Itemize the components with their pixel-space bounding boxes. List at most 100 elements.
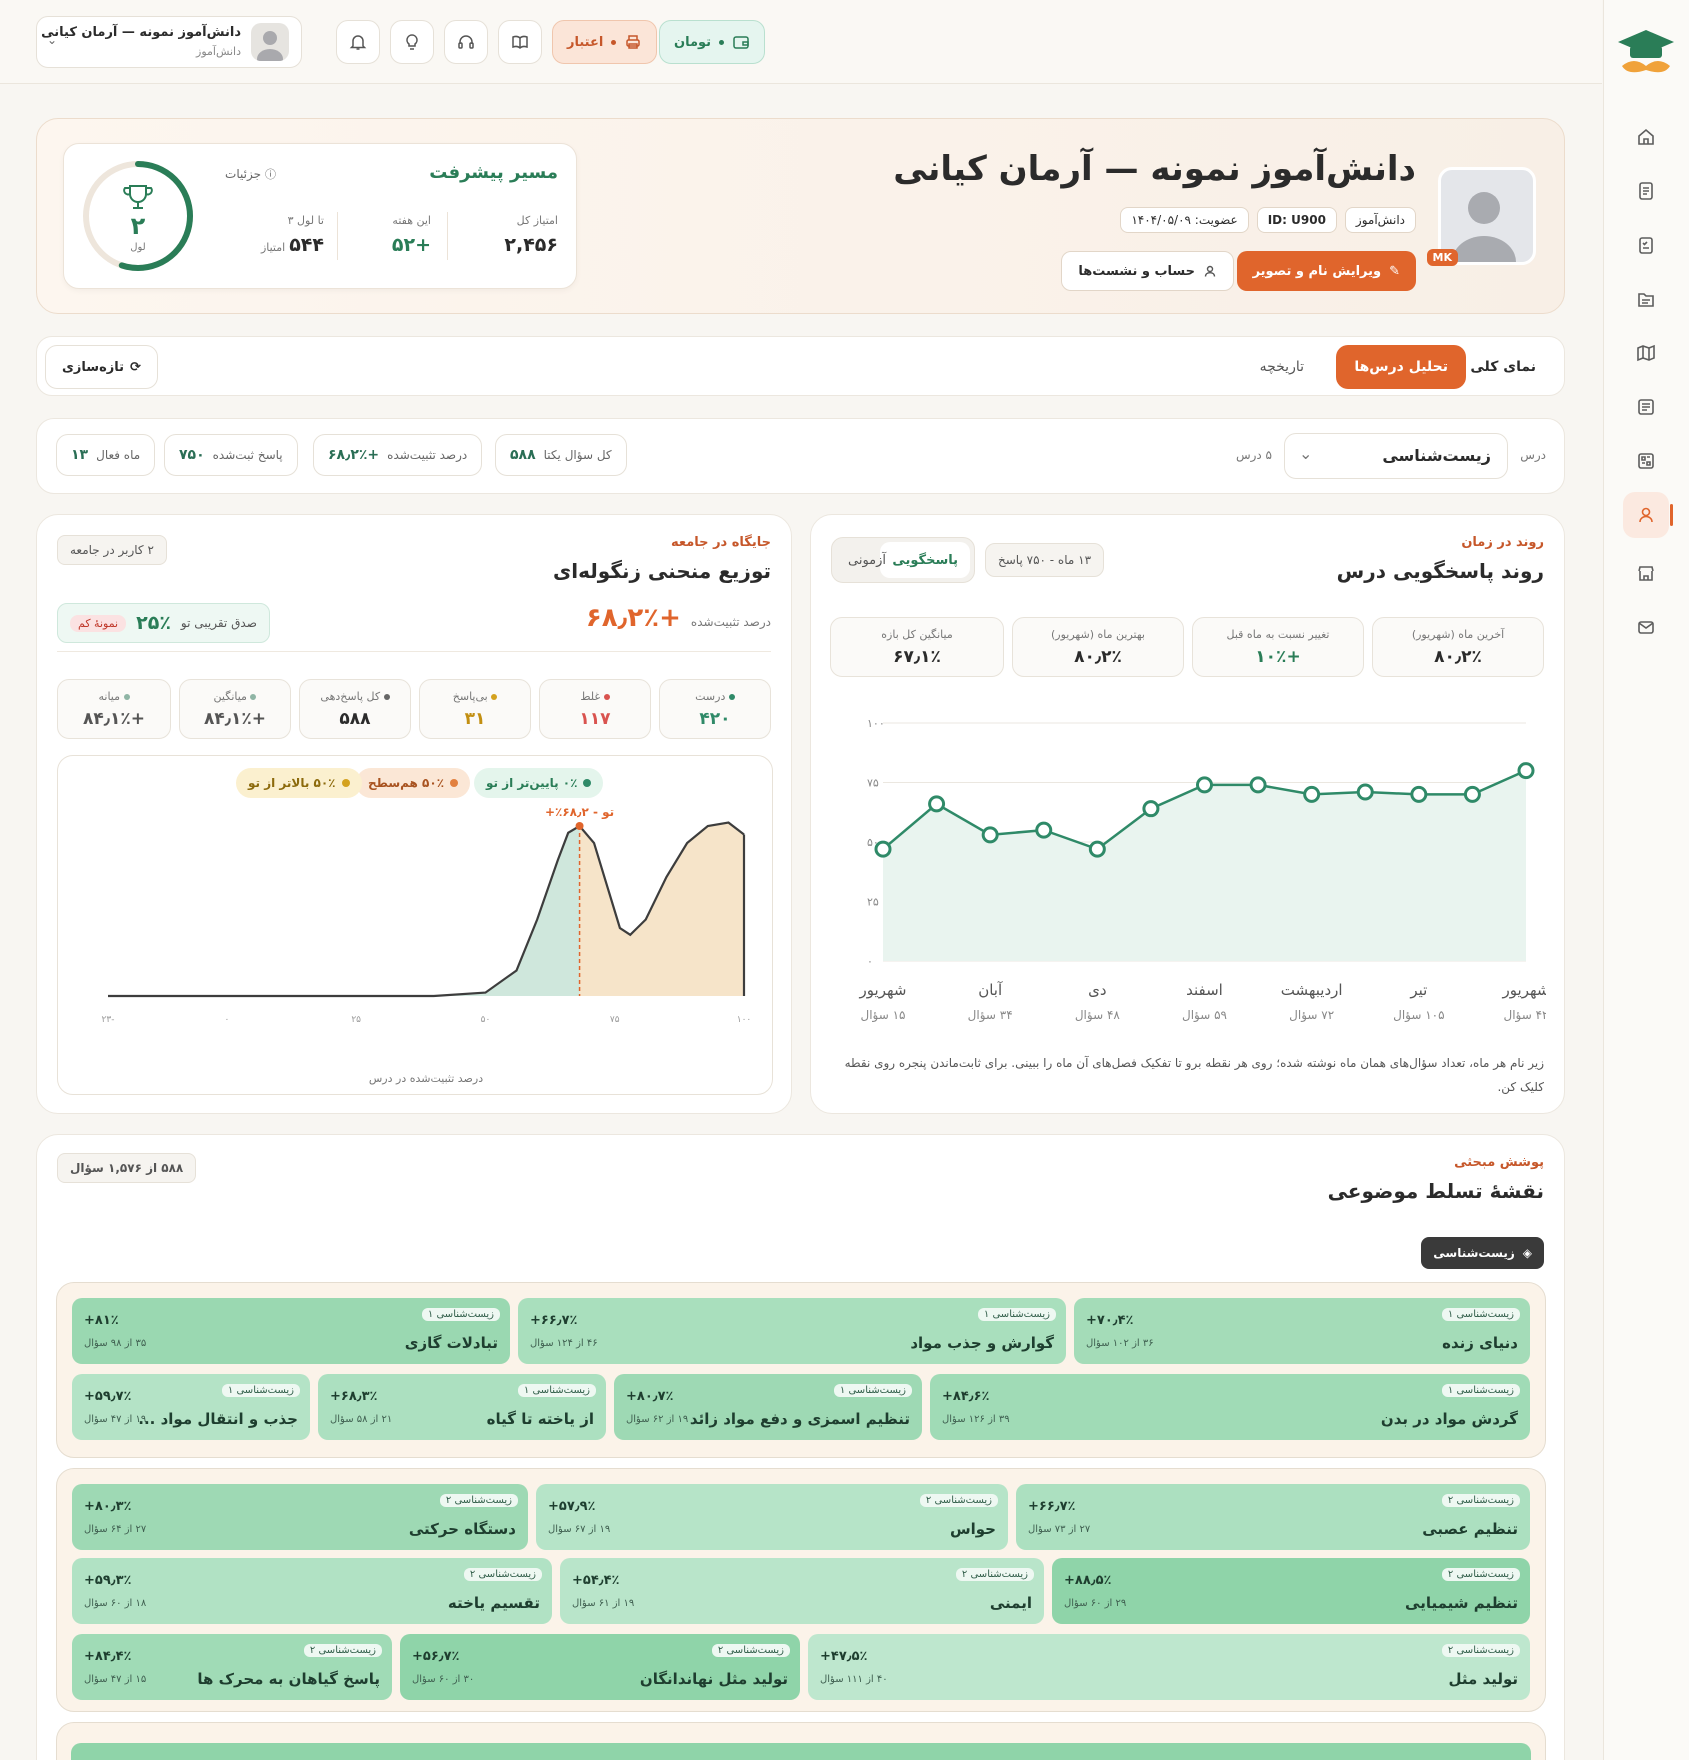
bell-stat-value: +۸۴٫۱٪ (82, 709, 146, 729)
bell-curve-chart[interactable]: تو - ۶۸٫۲٪+ -۲۳ ۰ ۲۵ ۵۰ ۷۵ ۱۰۰ درصد تثبیت‌شده د… (58, 756, 774, 1096)
trend-point[interactable] (1410, 785, 1428, 803)
stat-active-months: ماه فعال ۱۳ (56, 434, 156, 476)
toggle-exam[interactable]: آزمونی (840, 542, 894, 578)
topic-tag: زیست‌شناسی ۱ (421, 1308, 500, 1321)
tab-overview[interactable]: نمای کلی (1466, 345, 1540, 389)
profile-badges: دانش‌آموز ID: U900 عضویت: ۱۴۰۴/۰۵/۰۹ (1120, 207, 1416, 233)
topic-percent: +۵۶٫۷٪ (412, 1649, 460, 1664)
trend-point[interactable] (1035, 821, 1053, 839)
trend-point[interactable] (1517, 762, 1535, 780)
qr-icon[interactable] (1623, 438, 1669, 484)
trend-point[interactable] (1303, 785, 1321, 803)
accuracy-chip: صدق تقریبی تو ۲۵٪ نمونهٔ کم (57, 603, 270, 643)
checklist-icon[interactable] (1623, 222, 1669, 268)
tab-history[interactable]: تاریخچه (1252, 345, 1312, 389)
trend-point[interactable] (1356, 783, 1374, 801)
avatar-initials-badge: MK (1426, 249, 1458, 266)
trend-point[interactable] (928, 795, 946, 813)
document-icon[interactable] (1623, 168, 1669, 214)
topic-tile[interactable]: زیست‌شناسی ۲ تنظیم شیمیایی +۸۸٫۵٪ ۲۹ از ۶۰ … (1052, 1558, 1530, 1624)
topic-tag: زیست‌شناسی ۱ (833, 1384, 912, 1397)
bell-stat-label: میانگین (213, 690, 247, 703)
x-tick-count: ۳۴ سؤال (968, 1008, 1013, 1023)
topic-tile[interactable]: زیست‌شناسی ۲ پاسخ گیاهان به محرک ها +۸۴٫۴٪… (72, 1634, 392, 1700)
topic-tile[interactable]: زیست‌شناسی ۲ تنظیم عصبی +۶۶٫۷٪ ۲۷ از ۷۳ سؤا… (1016, 1484, 1530, 1550)
topic-tile[interactable]: زیست‌شناسی ۱ گردش مواد در بدن +۸۴٫۶٪ ۳۹ از … (930, 1374, 1530, 1440)
edit-profile-button[interactable]: ✎ ویرایش نام و تصویر (1236, 251, 1416, 291)
lesson-count: ۵ درس (1235, 448, 1272, 462)
trend-point[interactable] (1463, 785, 1481, 803)
map-icon[interactable] (1623, 330, 1669, 376)
topic-tile[interactable]: زیست‌شناسی ۲ تقسیم یاخته +۵۹٫۳٪ ۱۸ از ۶۰ سؤ… (72, 1558, 552, 1624)
home-icon[interactable] (1623, 114, 1669, 160)
x-tick-label: دی (1088, 981, 1106, 999)
book-icon[interactable] (498, 20, 542, 64)
bell-stat: درست ۴۲۰ (659, 679, 771, 739)
topic-tile[interactable]: زیست‌شناسی ۲ تولید مثل نهاندانگان +۵۶٫۷٪ ۳۰… (400, 1634, 800, 1700)
edit-profile-label: ویرایش نام و تصویر (1252, 263, 1382, 279)
bell-stat: غلط ۱۱۷ (539, 679, 651, 739)
topic-tag: زیست‌شناسی ۲ (439, 1494, 518, 1507)
user-menu[interactable]: دانش‌آموز نمونه — آرمان کیانی دانش‌آموز … (36, 16, 302, 68)
y-tick-label: ۷۵ (867, 777, 879, 790)
topic-tile[interactable]: زیست‌شناسی ۲ حواس +۵۷٫۹٪ ۱۹ از ۶۷ سؤال (536, 1484, 1008, 1550)
store-icon[interactable] (1623, 550, 1669, 596)
credit-button[interactable]: اعتبار (552, 20, 658, 64)
trend-point[interactable] (981, 826, 999, 844)
stat-label: درصد تثبیت‌شده (387, 448, 468, 462)
topic-tile[interactable]: زیست‌شناسی ۱ گوارش و جذب مواد +۶۶٫۷٪ ۴۶ از … (518, 1298, 1066, 1364)
topic-count: ۴۰ از ۱۱۱ سؤال (820, 1674, 888, 1685)
mail-icon[interactable] (1623, 604, 1669, 650)
subject-filter-chip[interactable]: ◈ زیست‌شناسی (1421, 1237, 1544, 1269)
topic-tile[interactable]: زیست‌شناسی ۱ جذب و انتقال مواد ... +۵۹٫۷٪ ۱… (72, 1374, 310, 1440)
trend-point[interactable] (1088, 840, 1106, 858)
trend-eyebrow: روند در زمان (1461, 535, 1544, 550)
coverage-eyebrow: پوشش مبحثی (1454, 1155, 1544, 1170)
lesson-label: درس (1520, 448, 1546, 462)
week-score-label: این هفته (392, 214, 431, 227)
app-logo[interactable] (1616, 26, 1676, 78)
topic-tile[interactable]: زیست‌شناسی ۲ دستگاه حرکتی +۸۰٫۳٪ ۲۷ از ۶۴ س… (72, 1484, 528, 1550)
bell-area-below (108, 826, 580, 996)
progress-card: مسیر پیشرفت ⓘ جزئیات امتیاز کل ۲,۴۵۶ این… (63, 143, 577, 289)
topic-percent: +۵۹٫۷٪ (84, 1389, 132, 1404)
next-level-unit: امتیاز (260, 241, 286, 254)
trend-stat-label: میانگین کل بازه (881, 628, 953, 641)
topic-tile[interactable]: زیست‌شناسی ۱ از یاخته تا گیاه +۶۸٫۳٪ ۲۱ از … (318, 1374, 606, 1440)
chevron-down-icon: ⌄ (47, 33, 58, 47)
topic-tile[interactable]: زیست‌شناسی ۱ تنظیم اسمزی و دفع مواد زائد +… (614, 1374, 922, 1440)
profile-icon[interactable] (1623, 492, 1673, 538)
report-icon[interactable] (1623, 384, 1669, 430)
next-level-points: ۵۴۴ (289, 234, 324, 256)
lesson-select[interactable]: زیست‌شناسی ⌄ (1284, 433, 1508, 479)
tab-analysis[interactable]: تحلیل درس‌ها (1336, 345, 1466, 389)
lightbulb-icon[interactable] (390, 20, 434, 64)
wallet-button[interactable]: تومان (659, 20, 766, 64)
bell-icon[interactable] (336, 20, 380, 64)
headset-icon[interactable] (444, 20, 488, 64)
topic-tile[interactable]: زیست‌شناسی ۲ تولید مثل +۴۷٫۵٪ ۴۰ از ۱۱۱ سؤا… (808, 1634, 1530, 1700)
trend-point[interactable] (1142, 800, 1160, 818)
trend-point[interactable] (874, 840, 892, 858)
topic-tile[interactable]: زیست‌شناسی ۲ ایمنی +۵۴٫۴٪ ۱۹ از ۶۱ سؤال (560, 1558, 1044, 1624)
progress-details-link[interactable]: ⓘ جزئیات (225, 166, 276, 182)
trend-point[interactable] (1249, 776, 1267, 794)
topic-percent: +۸۴٫۴٪ (84, 1649, 132, 1664)
topic-name: گوارش و جذب مواد (910, 1334, 1054, 1352)
trend-point[interactable] (1196, 776, 1213, 794)
trend-stat-label: تغییر نسبت به ماه قبل (1226, 628, 1330, 641)
y-tick-label: ۲۵ (867, 896, 879, 909)
tabs-bar: نمای کلی تحلیل درس‌ها تاریخچه ⟳ تازه‌ساز… (36, 336, 1565, 396)
topic-percent: +۶۶٫۷٪ (1028, 1499, 1076, 1514)
bell-stat-value: ۱۱۷ (579, 709, 611, 729)
account-sessions-button[interactable]: حساب و نشست‌ها (1061, 251, 1234, 291)
topic-tile[interactable]: زیست‌شناسی ۱ تبادلات گازی +۸۱٪ ۳۵ از ۹۸ سؤا… (72, 1298, 510, 1364)
folder-icon[interactable] (1623, 276, 1669, 322)
accuracy-value: ۲۵٪ (136, 612, 171, 634)
credit-label: اعتبار (567, 34, 604, 50)
trend-line-chart[interactable]: ۰۲۵۵۰۷۵۱۰۰شهریور۱۵ سؤالآبان۳۴ سؤالدی۴۸ س… (831, 691, 1546, 1029)
next-level-label: تا لول ۳ (287, 214, 324, 227)
topic-tile[interactable]: زیست‌شناسی ۱ دنیای زنده +۷۰٫۴٪ ۳۶ از ۱۰۲ سؤ… (1074, 1298, 1530, 1364)
you-marker-dot[interactable] (575, 822, 584, 830)
refresh-button[interactable]: ⟳ تازه‌سازی (45, 345, 158, 389)
